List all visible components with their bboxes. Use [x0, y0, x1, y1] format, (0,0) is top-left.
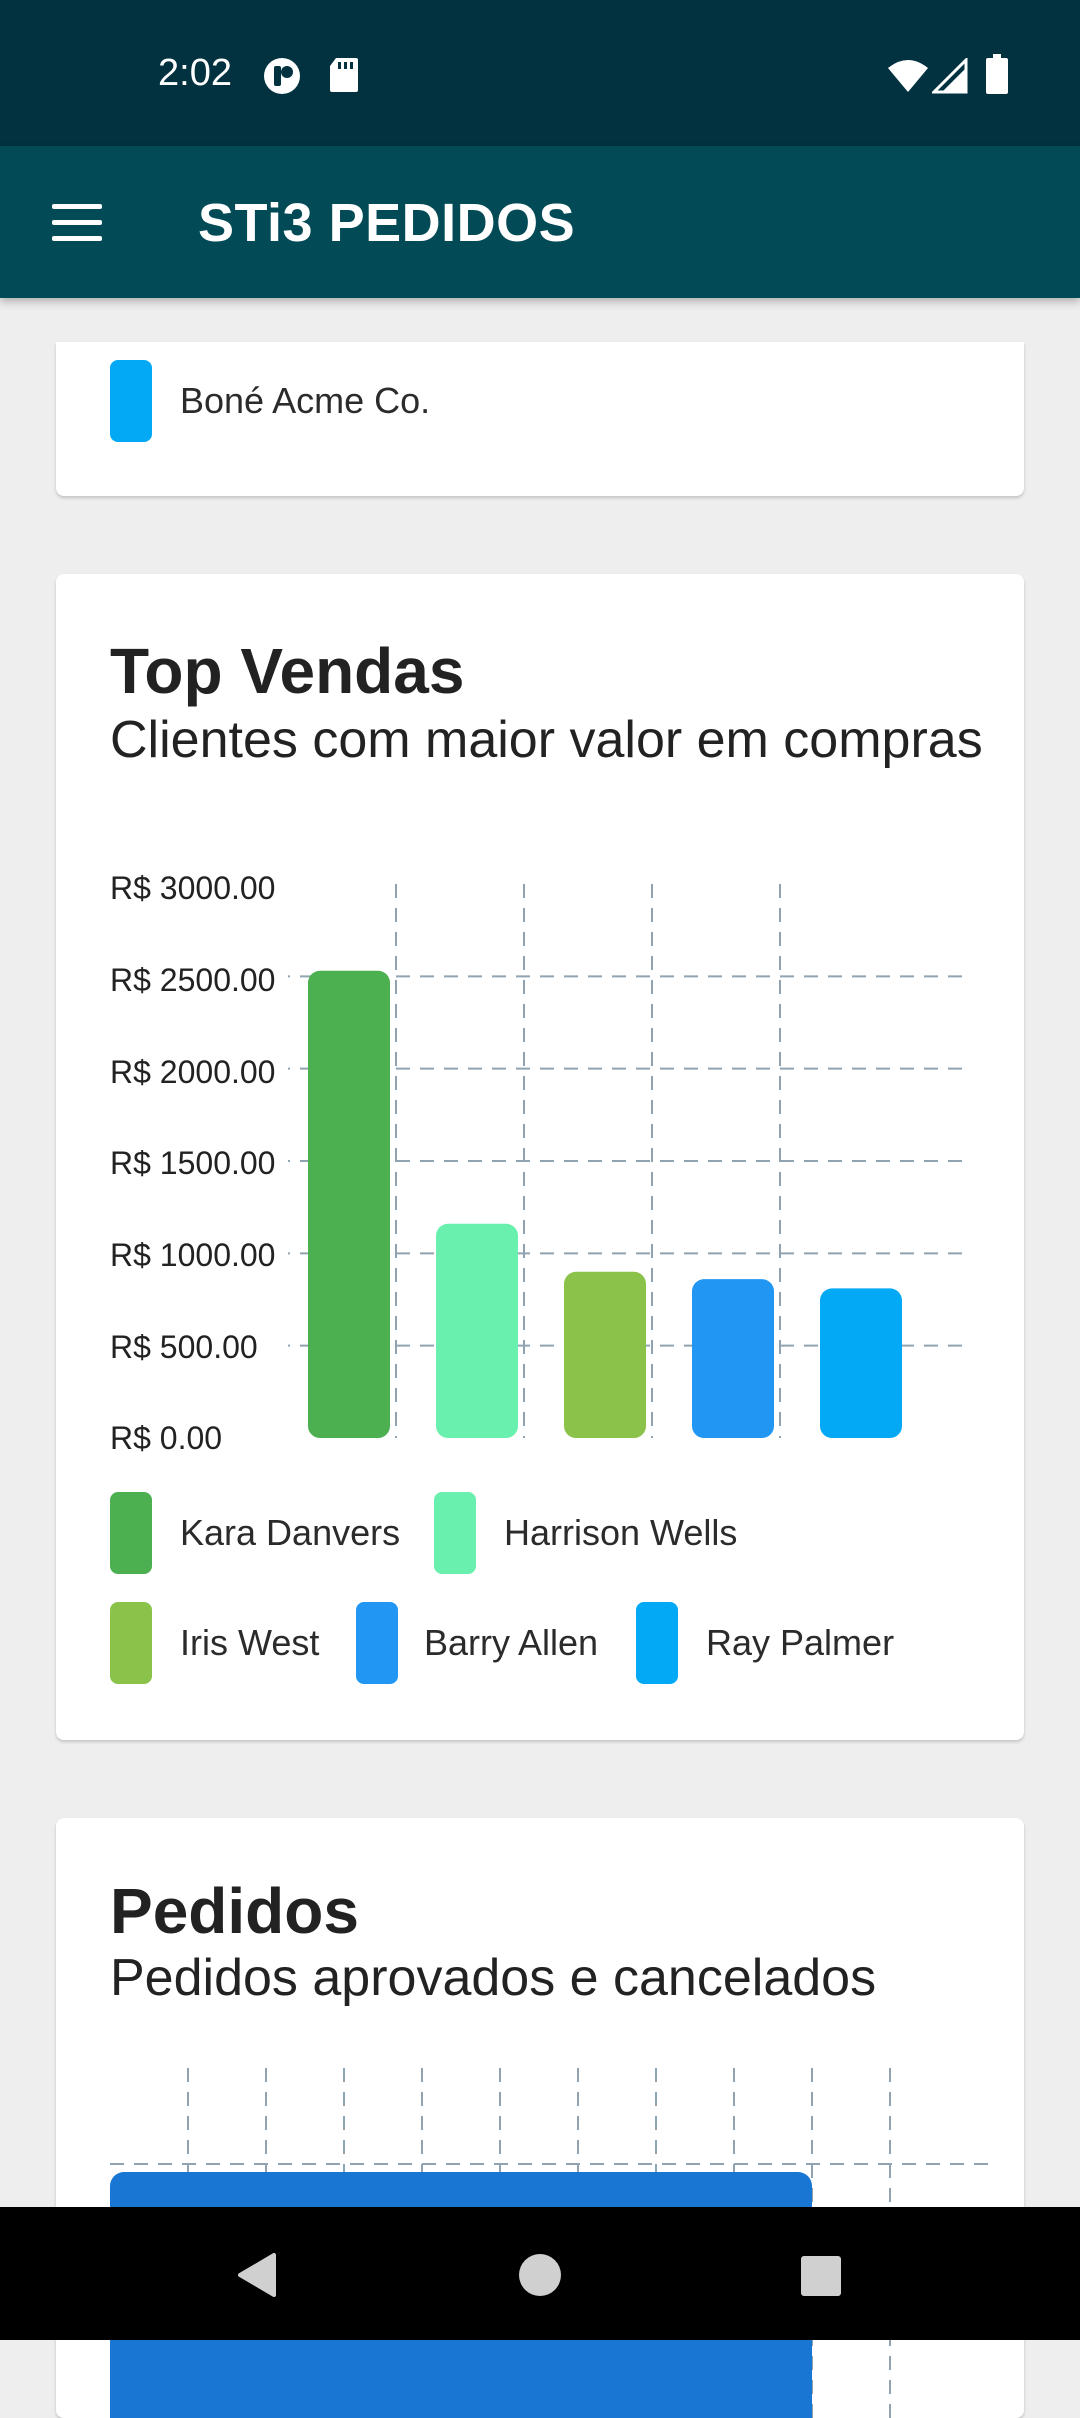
- legend-label-harrison-wells: Harrison Wells: [504, 1512, 738, 1553]
- back-icon[interactable]: [234, 2251, 278, 2299]
- sd-card-icon: [330, 58, 358, 92]
- top-vendas-subtitle: Clientes com maior valor em compras: [110, 711, 983, 769]
- hamburger-menu-icon[interactable]: [36, 190, 120, 254]
- top-vendas-card: Top Vendas Clientes com maior valor em c…: [56, 574, 1024, 1740]
- signal-icon: [932, 58, 968, 94]
- legend-label-ray-palmer: Ray Palmer: [706, 1622, 895, 1663]
- legend-swatch-barry-allen: [356, 1602, 398, 1684]
- y-tick-label: R$ 500.00: [110, 1329, 258, 1365]
- status-time: 2:02: [158, 52, 232, 94]
- bar-barry-allen: [692, 1279, 774, 1438]
- y-tick-label: R$ 3000.00: [110, 870, 276, 906]
- legend-swatch-bone-acme: [110, 360, 152, 442]
- status-bar: 2:02: [0, 0, 1080, 146]
- legend-label-kara-danvers: Kara Danvers: [180, 1512, 401, 1553]
- battery-icon: [986, 54, 1008, 94]
- y-tick-label: R$ 1000.00: [110, 1237, 276, 1273]
- legend-label-barry-allen: Barry Allen: [424, 1622, 599, 1663]
- legend-swatch-harrison-wells: [434, 1492, 476, 1574]
- legend-swatch-ray-palmer: [636, 1602, 678, 1684]
- bar-ray-palmer: [820, 1288, 902, 1438]
- app-title: STi3 PEDIDOS: [198, 193, 576, 253]
- pedidos-title: Pedidos: [110, 1875, 359, 1947]
- y-tick-label: R$ 0.00: [110, 1420, 223, 1456]
- legend-swatch-kara-danvers: [110, 1492, 152, 1574]
- bar-iris-west: [564, 1271, 646, 1438]
- wifi-icon: [888, 60, 928, 92]
- previous-chart-card: Boné Acme Co.: [56, 342, 1024, 496]
- legend-label-iris-west: Iris West: [180, 1622, 320, 1663]
- bar-kara-danvers: [308, 970, 390, 1438]
- recents-icon[interactable]: [800, 2255, 842, 2297]
- legend-swatch-iris-west: [110, 1602, 152, 1684]
- top-vendas-bar-chart: [288, 884, 962, 1438]
- y-tick-label: R$ 1500.00: [110, 1145, 276, 1181]
- legend-label-bone-acme: Boné Acme Co.: [180, 380, 431, 421]
- top-vendas-title: Top Vendas: [110, 635, 465, 707]
- y-tick-label: R$ 2000.00: [110, 1054, 276, 1090]
- y-tick-label: R$ 2500.00: [110, 962, 276, 998]
- pedidos-subtitle: Pedidos aprovados e cancelados: [110, 1949, 877, 2007]
- navigation-bar: [0, 2207, 1080, 2340]
- app-bar: STi3 PEDIDOS: [0, 146, 1080, 298]
- home-icon[interactable]: [518, 2253, 562, 2297]
- bar-harrison-wells: [436, 1223, 518, 1438]
- notification-app-icon: [264, 58, 300, 94]
